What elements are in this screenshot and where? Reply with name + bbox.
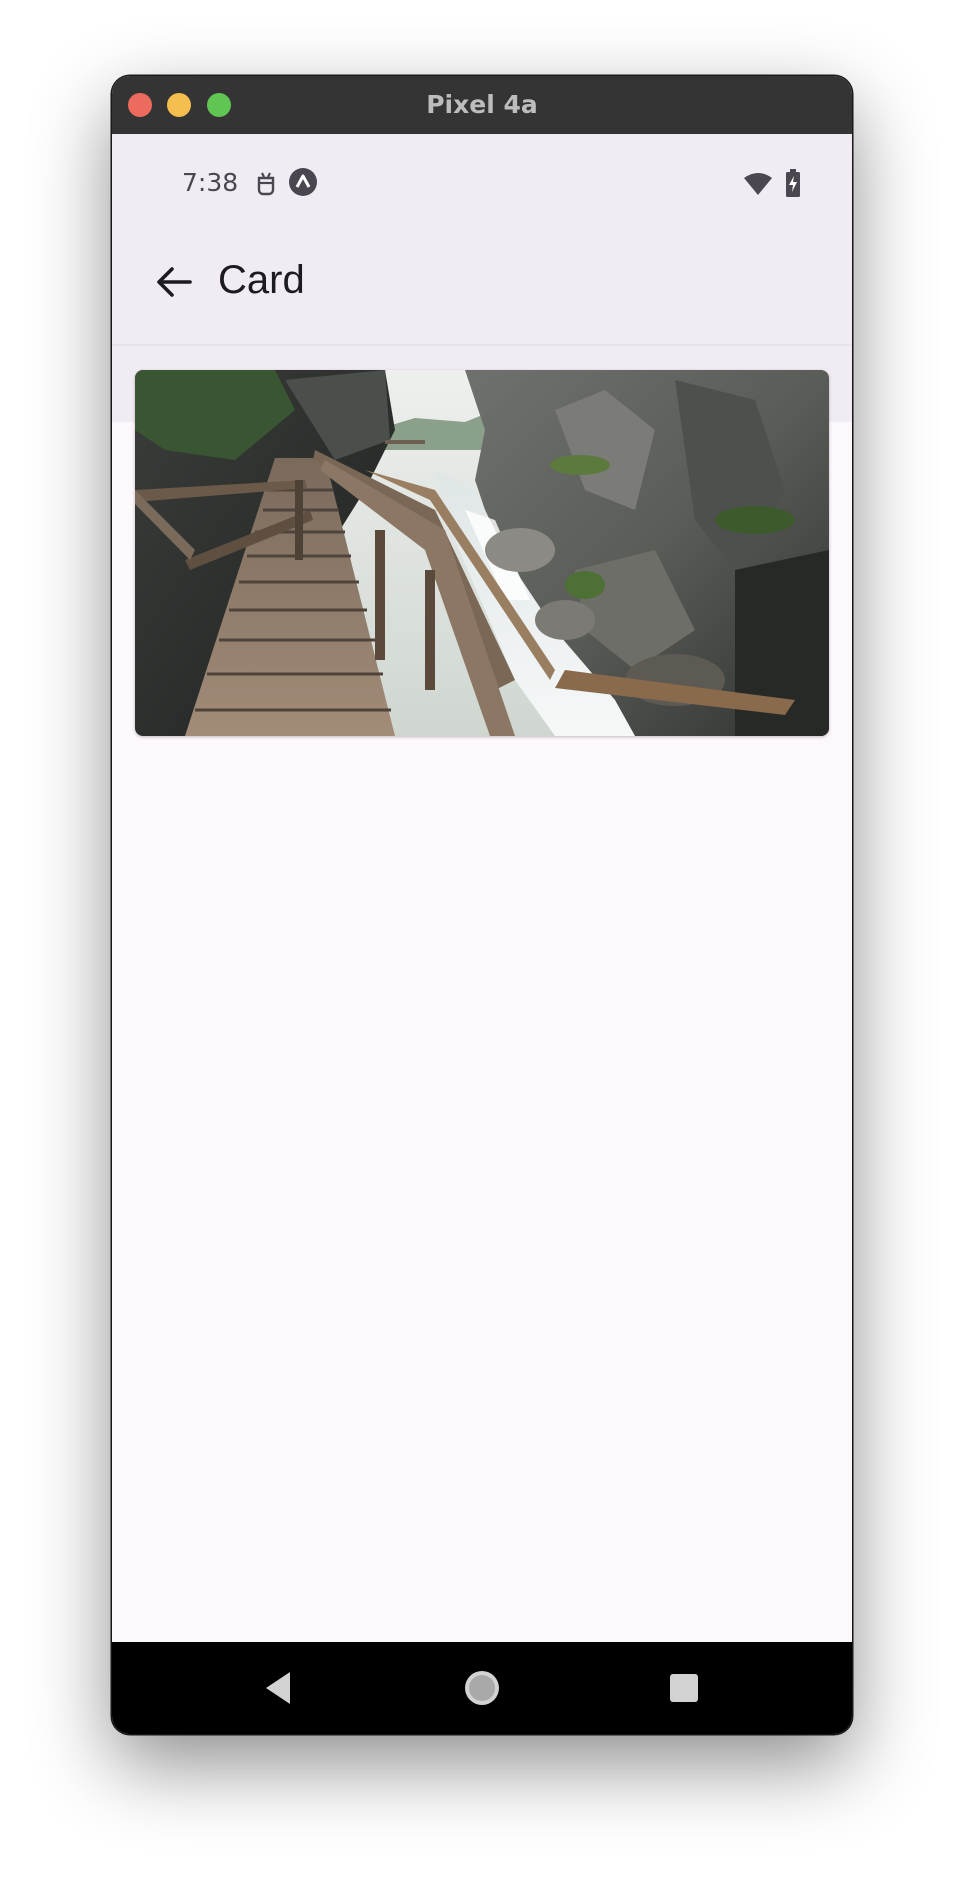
- device-window: Pixel 4a 7:38 Card: [112, 76, 852, 1734]
- app-notification-icon: [289, 168, 317, 196]
- android-debug-icon: [257, 172, 275, 196]
- nav-home-button[interactable]: [456, 1662, 508, 1714]
- wifi-icon: [744, 173, 772, 195]
- back-triangle-icon: [266, 1672, 290, 1704]
- page-title: Card: [218, 258, 305, 302]
- image-card[interactable]: [135, 370, 829, 736]
- status-bar: 7:38: [112, 134, 852, 232]
- window-titlebar: Pixel 4a: [112, 76, 852, 135]
- landscape-image: [135, 370, 829, 736]
- recents-square-icon: [670, 1674, 698, 1702]
- app-bar-divider: [112, 344, 852, 346]
- home-circle-icon: [465, 1671, 499, 1705]
- back-button[interactable]: [144, 252, 204, 312]
- status-clock: 7:38: [182, 168, 239, 197]
- nav-back-button[interactable]: [254, 1662, 306, 1714]
- nav-recents-button[interactable]: [658, 1662, 710, 1714]
- arrow-back-icon: [157, 267, 192, 297]
- system-navigation-bar: [112, 1642, 852, 1734]
- battery-charging-icon: [786, 169, 800, 197]
- window-title: Pixel 4a: [426, 90, 538, 119]
